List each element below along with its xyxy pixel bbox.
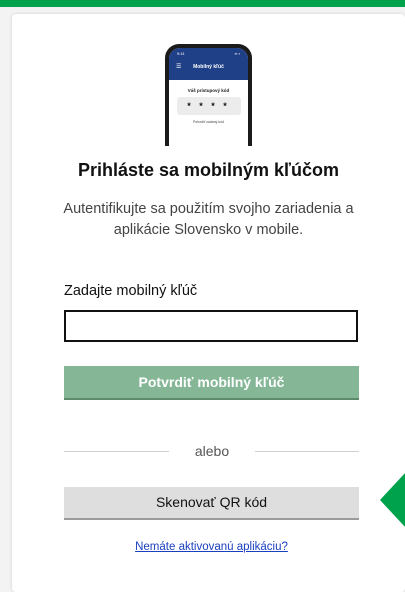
top-accent-bar <box>0 0 405 7</box>
mobile-key-label: Zadajte mobilný kľúč <box>64 283 198 299</box>
page-title: Prihláste sa mobilným kľúčom <box>77 160 340 180</box>
confirm-mobile-key-button[interactable]: Potvrdiť mobilný kľúč <box>64 366 359 398</box>
scan-qr-button[interactable]: Skenovať QR kód <box>64 487 359 518</box>
phone-illustration: 9:41 ▪▪ ▪ ☰ Mobilný kľúč Váš prístupový … <box>165 44 252 146</box>
phone-footer: Potvrdiť zadaný kód <box>192 120 225 124</box>
divider-line-right <box>255 451 359 452</box>
phone-time: 9:41 <box>177 51 185 56</box>
page: 9:41 ▪▪ ▪ ☰ Mobilný kľúč Váš prístupový … <box>0 0 405 592</box>
phone-screen-title: Mobilný kľúč <box>193 64 224 70</box>
highlight-arrow-icon <box>380 472 405 528</box>
phone-signal-icon: ▪▪ ▪ <box>234 51 240 56</box>
divider-text: alebo <box>194 443 230 459</box>
app-not-activated-link[interactable]: Nemáte aktivovanú aplikáciu? <box>64 541 359 553</box>
phone-screen: 9:41 ▪▪ ▪ ☰ Mobilný kľúč Váš prístupový … <box>169 48 248 146</box>
phone-subtitle: Váš prístupový kód <box>187 88 230 93</box>
divider-line-left <box>64 451 169 452</box>
page-subtitle: Autentifikujte sa použitím svojho zariad… <box>63 201 354 238</box>
phone-header: 9:41 ▪▪ ▪ ☰ Mobilný kľúč <box>169 48 248 80</box>
mobile-key-input[interactable] <box>64 310 358 342</box>
phone-code: * * * * <box>176 97 241 115</box>
phone-body: 9:41 ▪▪ ▪ ☰ Mobilný kľúč Váš prístupový … <box>165 44 252 146</box>
